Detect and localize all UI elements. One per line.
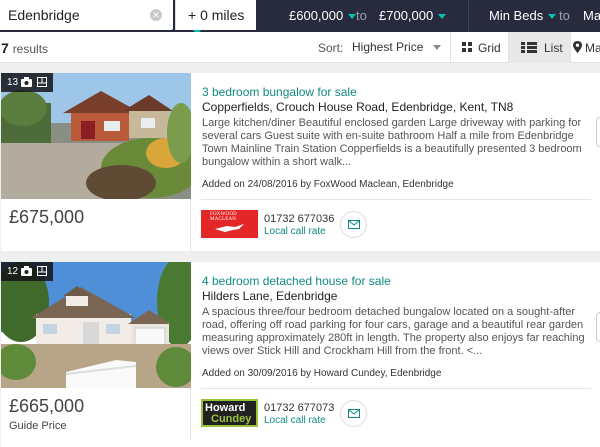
list-icon	[521, 42, 537, 53]
agent-phone[interactable]: 01732 677036	[264, 213, 334, 225]
list-view-button[interactable]: List	[508, 32, 570, 63]
location-input[interactable]: Edenbridge ✕	[0, 0, 173, 30]
radius-select[interactable]: + 0 miles	[175, 0, 256, 35]
price-qualifier: Guide Price	[9, 420, 67, 432]
listing-photo[interactable]: 13	[1, 73, 191, 199]
results-toolbar: 7 results Sort: Highest Price Grid List …	[0, 32, 600, 63]
sort-select[interactable]: Highest Price	[352, 40, 442, 54]
agent-logo[interactable]: Howard Cundey	[201, 399, 258, 427]
envelope-icon	[348, 409, 360, 418]
email-agent-button[interactable]	[340, 211, 367, 238]
floorplan-icon	[37, 77, 47, 87]
listing-card[interactable]: 12 4 bedroom detached house for sale Hil…	[1, 262, 600, 447]
listing-address: Copperfields, Crouch House Road, Edenbri…	[202, 100, 514, 114]
email-agent-button[interactable]	[340, 400, 367, 427]
listing-added: Added on 24/08/2016 by FoxWood Maclean, …	[202, 179, 454, 190]
listing-price: £675,000	[9, 207, 85, 227]
listing-address: Hilders Lane, Edenbridge	[202, 289, 338, 303]
listing-description: Large kitchen/diner Beautiful enclosed g…	[202, 117, 582, 168]
chevron-down-icon	[433, 45, 442, 51]
photo-count-badge: 13	[1, 73, 53, 92]
map-view-label: Map	[585, 41, 600, 55]
camera-icon	[21, 77, 32, 87]
divider	[468, 0, 469, 32]
listing-details: 3 bedroom bungalow for sale Copperfields…	[192, 73, 600, 199]
listing-card[interactable]: 13 3 bedroom bungalow for sale Copperfie…	[1, 73, 600, 251]
listing-price: £665,000	[9, 396, 85, 416]
listing-title[interactable]: 3 bedroom bungalow for sale	[202, 85, 357, 99]
grid-view-label: Grid	[478, 41, 501, 55]
clear-icon[interactable]: ✕	[150, 9, 162, 21]
max-beds-select[interactable]: Max	[583, 8, 600, 23]
agent-phone[interactable]: 01732 677073	[264, 402, 334, 414]
grid-view-button[interactable]: Grid	[450, 32, 508, 63]
max-price-select[interactable]: £700,000	[379, 8, 447, 23]
floorplan-icon	[37, 266, 47, 276]
listing-details: 4 bedroom detached house for sale Hilder…	[192, 262, 600, 388]
camera-icon	[21, 266, 32, 276]
photo-count: 13	[7, 77, 19, 88]
sort-label: Sort:	[318, 41, 344, 55]
envelope-icon	[348, 220, 360, 229]
chevron-down-icon	[438, 14, 447, 20]
results-count: 7 results	[1, 40, 49, 56]
chevron-down-icon	[548, 14, 557, 20]
price-to-label: to	[356, 8, 367, 23]
agent-logo[interactable]: FOXWOOD MACLEAN	[201, 210, 258, 238]
next-arrow[interactable]	[596, 117, 600, 147]
listing-description: A spacious three/four bedroom detached b…	[202, 306, 585, 357]
beds-to-label: to	[559, 8, 570, 23]
next-arrow[interactable]	[596, 312, 600, 342]
listing-added: Added on 30/09/2016 by Howard Cundey, Ed…	[202, 368, 442, 379]
fox-icon	[215, 224, 244, 232]
agent-block: Howard Cundey 01732 677073 Local call ra…	[192, 389, 600, 440]
listing-title[interactable]: 4 bedroom detached house for sale	[202, 274, 391, 288]
call-rate: Local call rate	[264, 226, 326, 237]
listing-photo[interactable]: 12	[1, 262, 191, 388]
map-pin-icon	[573, 41, 582, 53]
photo-count-badge: 12	[1, 262, 53, 281]
agent-block: FOXWOOD MACLEAN 01732 677036 Local call …	[192, 200, 600, 251]
min-price-select[interactable]: £600,000	[289, 8, 357, 23]
location-value: Edenbridge	[8, 7, 80, 23]
photo-count: 12	[7, 266, 19, 277]
call-rate: Local call rate	[264, 415, 326, 426]
min-beds-select[interactable]: Min Beds	[489, 8, 557, 23]
search-bar: Edenbridge ✕ + 0 miles £600,000 to £700,…	[0, 0, 600, 35]
map-view-button[interactable]: Map	[570, 32, 600, 63]
list-view-label: List	[544, 41, 563, 55]
grid-icon	[462, 42, 472, 52]
price-block: £675,000	[1, 199, 191, 251]
price-block: £665,000 Guide Price	[1, 388, 191, 440]
